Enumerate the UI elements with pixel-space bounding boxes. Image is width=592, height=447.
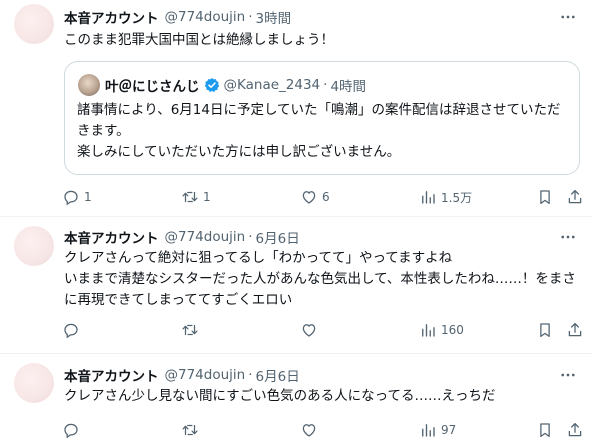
quoted-timestamp[interactable]: 4時間 bbox=[330, 75, 366, 95]
like-icon bbox=[302, 324, 316, 337]
quoted-handle[interactable]: @Kanae_2434 bbox=[224, 77, 321, 93]
display-name[interactable]: 本音アカウント bbox=[64, 7, 159, 27]
share-button[interactable] bbox=[566, 418, 584, 442]
timestamp[interactable]: 6月6日 bbox=[256, 365, 300, 385]
bookmark-icon bbox=[540, 190, 550, 205]
action-bar: 1 1 6 1.5万 bbox=[58, 185, 584, 209]
bookmark-icon bbox=[540, 423, 550, 438]
share-icon bbox=[568, 322, 582, 337]
bookmark-button[interactable] bbox=[536, 185, 554, 209]
avatar[interactable] bbox=[14, 363, 54, 403]
reply-icon bbox=[64, 323, 78, 339]
separator-dot: · bbox=[248, 9, 253, 25]
reply-button[interactable] bbox=[62, 318, 84, 342]
retweet-button[interactable] bbox=[181, 418, 203, 442]
share-icon bbox=[568, 189, 582, 204]
like-icon bbox=[302, 424, 316, 437]
views-icon bbox=[422, 191, 435, 204]
separator-dot: · bbox=[248, 229, 253, 245]
verified-badge-icon bbox=[204, 77, 220, 93]
views-button[interactable]: 1.5万 bbox=[419, 185, 472, 209]
retweet-icon bbox=[182, 324, 198, 336]
quoted-tweet[interactable]: 叶＠にじさんじ @Kanae_2434 · 4時間 諸事情により、6月14日に予… bbox=[64, 61, 580, 175]
like-icon bbox=[302, 191, 316, 204]
tweet-3[interactable]: 本音アカウント @774doujin · 6月6日 クレアさん少し見ない間にすご… bbox=[0, 354, 592, 447]
more-icon[interactable] bbox=[558, 227, 578, 247]
display-name[interactable]: 本音アカウント bbox=[64, 365, 159, 385]
user-handle[interactable]: @774doujin bbox=[165, 229, 246, 245]
action-bar: 97 bbox=[58, 418, 584, 442]
avatar[interactable] bbox=[14, 226, 54, 266]
more-icon[interactable] bbox=[558, 365, 578, 385]
bookmark-icon bbox=[540, 323, 550, 338]
user-handle[interactable]: @774doujin bbox=[165, 367, 246, 383]
share-button[interactable] bbox=[566, 185, 584, 209]
reply-icon bbox=[64, 423, 78, 439]
separator-dot: · bbox=[248, 367, 253, 383]
avatar[interactable] bbox=[14, 4, 54, 44]
user-handle[interactable]: @774doujin bbox=[165, 9, 246, 25]
share-icon bbox=[568, 422, 582, 437]
tweet-header: 本音アカウント @774doujin · 3時間 bbox=[64, 7, 291, 27]
reply-icon bbox=[64, 190, 78, 206]
views-count: 160 bbox=[441, 323, 464, 337]
share-button[interactable] bbox=[566, 318, 584, 342]
retweet-icon bbox=[182, 191, 198, 203]
tweet-text: このまま犯罪大国中国とは絶縁しましょう！ bbox=[64, 32, 334, 48]
quoted-avatar[interactable] bbox=[78, 74, 100, 96]
timestamp[interactable]: 3時間 bbox=[256, 7, 292, 27]
views-icon bbox=[422, 324, 435, 337]
more-icon[interactable] bbox=[558, 7, 578, 27]
tweet-2[interactable]: 本音アカウント @774doujin · 6月6日 クレアさんって絶対に狙ってる… bbox=[0, 217, 592, 353]
views-button[interactable]: 97 bbox=[419, 418, 456, 442]
views-count: 1.5万 bbox=[441, 190, 473, 205]
like-button[interactable] bbox=[300, 318, 322, 342]
bookmark-button[interactable] bbox=[536, 318, 554, 342]
quoted-header: 叶＠にじさんじ @Kanae_2434 · 4時間 bbox=[105, 74, 366, 96]
tweet-text: クレアさんって絶対に狙ってるし「わかってて」やってますよね いままで清楚なシスタ… bbox=[64, 250, 576, 308]
views-icon bbox=[422, 424, 435, 437]
reply-button[interactable]: 1 bbox=[62, 185, 92, 209]
reply-count: 1 bbox=[84, 190, 92, 204]
retweet-count: 1 bbox=[203, 190, 211, 204]
reply-button[interactable] bbox=[62, 418, 84, 442]
retweet-button[interactable]: 1 bbox=[181, 185, 211, 209]
like-button[interactable]: 6 bbox=[300, 185, 330, 209]
like-button[interactable] bbox=[300, 418, 322, 442]
tweet-header: 本音アカウント @774doujin · 6月6日 bbox=[64, 227, 300, 247]
retweet-button[interactable] bbox=[181, 318, 203, 342]
action-bar: 160 bbox=[58, 318, 584, 342]
tweet-1[interactable]: 本音アカウント @774doujin · 3時間 このまま犯罪大国中国とは絶縁し… bbox=[0, 0, 592, 216]
quoted-display-name[interactable]: 叶＠にじさんじ bbox=[105, 75, 200, 95]
retweet-icon bbox=[182, 424, 198, 436]
timestamp[interactable]: 6月6日 bbox=[256, 227, 300, 247]
bookmark-button[interactable] bbox=[536, 418, 554, 442]
views-button[interactable]: 160 bbox=[419, 318, 464, 342]
display-name[interactable]: 本音アカウント bbox=[64, 227, 159, 247]
tweet-header: 本音アカウント @774doujin · 6月6日 bbox=[64, 365, 300, 385]
views-count: 97 bbox=[441, 423, 457, 437]
like-count: 6 bbox=[322, 190, 330, 204]
separator-dot: · bbox=[323, 77, 328, 93]
tweet-text: クレアさん少し見ない間にすごい色気のある人になってる……えっちだ bbox=[64, 388, 496, 404]
quoted-text: 諸事情により、6月14日に予定していた「鳴潮」の案件配信は辞退させていただきます… bbox=[77, 102, 561, 160]
